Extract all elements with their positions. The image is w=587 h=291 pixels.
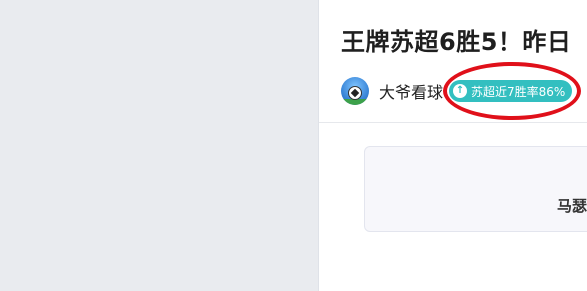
divider	[319, 122, 587, 123]
arrow-up-icon: ↑	[453, 84, 468, 98]
article-headline[interactable]: 王牌苏超6胜5！昨日	[341, 22, 571, 57]
author-name[interactable]: 大爷看球	[379, 79, 443, 103]
match-card[interactable]: 马瑟	[364, 146, 587, 232]
soccer-ball-icon	[348, 86, 362, 100]
card-text: 马瑟	[557, 197, 587, 215]
article-panel: 王牌苏超6胜5！昨日 大爷看球 ↑ 苏超近7胜率86% 马瑟	[318, 0, 587, 291]
author-row: 大爷看球 ↑ 苏超近7胜率86%	[341, 76, 573, 106]
badge-text: 苏超近7胜率86%	[471, 84, 566, 99]
win-rate-badge[interactable]: ↑ 苏超近7胜率86%	[449, 80, 573, 102]
author-avatar[interactable]	[341, 77, 369, 105]
left-gutter	[0, 0, 318, 291]
